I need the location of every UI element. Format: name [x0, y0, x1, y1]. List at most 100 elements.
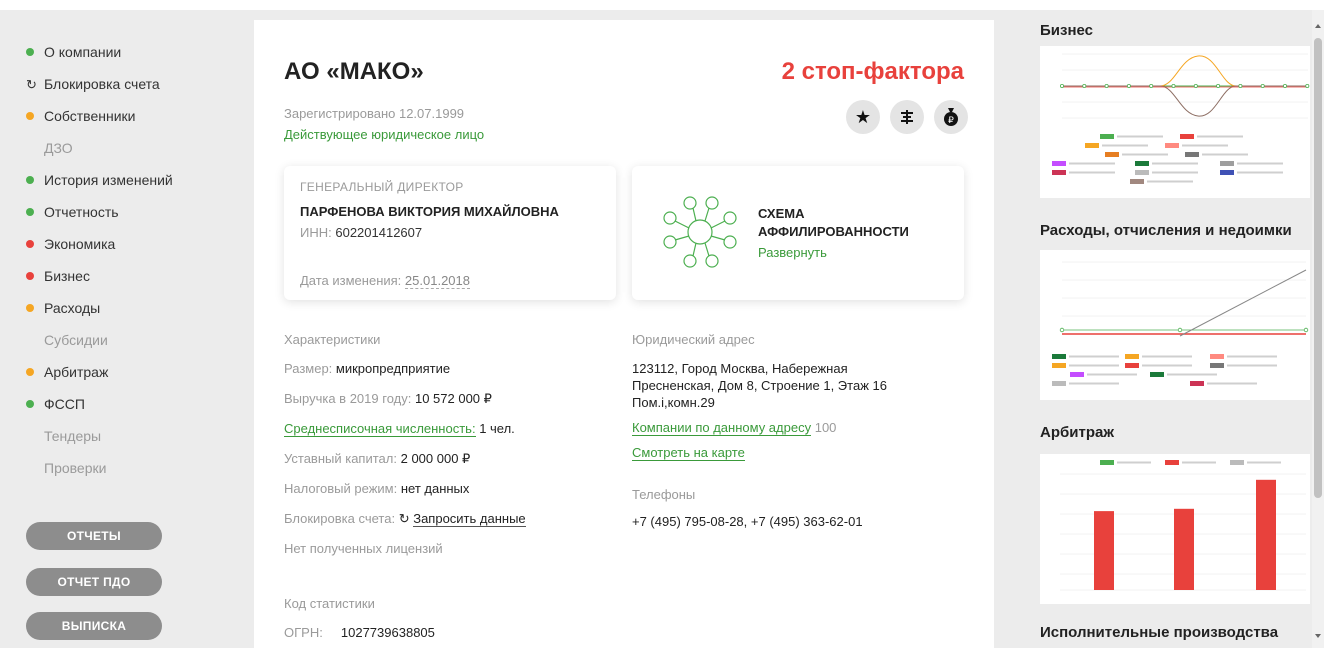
refresh-icon: ↻: [26, 76, 37, 92]
legend-label-line: [1167, 373, 1217, 376]
sidebar-item-13[interactable]: Проверки: [26, 452, 173, 484]
data-point: [1282, 84, 1287, 89]
sidebar-item-12[interactable]: Тендеры: [26, 420, 173, 452]
director-name: ПАРФЕНОВА ВИКТОРИЯ МИХАЙЛОВНА: [300, 204, 559, 219]
business-chart: [1040, 46, 1310, 198]
legend-swatch: [1085, 143, 1099, 148]
legend-swatch: [1210, 354, 1224, 359]
sidebar-item-8[interactable]: Расходы: [26, 292, 173, 324]
licenses-row: Нет полученных лицензий: [284, 541, 443, 556]
action-icons: ★ ₽: [846, 100, 968, 134]
sidebar-item-0[interactable]: О компании: [26, 36, 173, 68]
page-scrollbar[interactable]: [1312, 10, 1324, 648]
tax-value: нет данных: [400, 481, 470, 496]
data-point: [1238, 84, 1243, 89]
sidebar-item-2[interactable]: Собственники: [26, 100, 173, 132]
legend-swatch: [1135, 170, 1149, 175]
legend-swatch: [1052, 170, 1066, 175]
phones-value: +7 (495) 795-08-28, +7 (495) 363-62-01: [632, 514, 863, 529]
legend-label-line: [1122, 153, 1168, 156]
affiliation-graph-icon: [663, 196, 737, 268]
enforcement-title: Исполнительные производства: [1040, 624, 1279, 641]
data-point: [1216, 84, 1221, 89]
bar: [1256, 479, 1276, 590]
sidebar-item-5[interactable]: Отчетность: [26, 196, 173, 228]
director-label: ГЕНЕРАЛЬНЫЙ ДИРЕКТОР: [300, 180, 464, 194]
arbitrage-chart: [1040, 454, 1310, 604]
director-date-label: Дата изменения:: [300, 273, 402, 288]
ogrn-row: ОГРН: 1027739638805: [284, 624, 614, 648]
sidebar-item-6[interactable]: Экономика: [26, 228, 173, 260]
expand-affiliation-link[interactable]: Развернуть: [758, 245, 827, 260]
legend-label-line: [1207, 382, 1257, 385]
company-name: АО «МАКО»: [284, 58, 424, 85]
sidebar-nav: О компании ↻ Блокировка счета Собственники Д…: [26, 36, 173, 484]
status-dot-icon: [26, 112, 34, 120]
expenses-chart-title: Расходы, отчисления и недоимки: [1040, 222, 1292, 239]
sidebar-item-3[interactable]: ДЗО: [26, 132, 173, 164]
companies-at-address-link[interactable]: Компании по данному адресу: [632, 420, 812, 436]
pdo-report-button[interactable]: ОТЧЕТ ПДО: [26, 568, 162, 596]
sidebar-item-7[interactable]: Бизнес: [26, 260, 173, 292]
companies-count: 100: [814, 420, 837, 435]
director-inn-value: 602201412607: [335, 225, 423, 240]
sidebar-item-10[interactable]: Арбитраж: [26, 356, 173, 388]
money-bag-icon[interactable]: ₽: [934, 100, 968, 134]
extract-button[interactable]: ВЫПИСКА: [26, 612, 162, 640]
legend-swatch: [1052, 381, 1066, 386]
affiliation-card[interactable]: СХЕМА АФФИЛИРОВАННОСТИ Развернуть: [632, 166, 964, 300]
scroll-down-icon[interactable]: [1315, 634, 1321, 638]
headcount-row: Среднесписочная численность: 1 чел.: [284, 420, 614, 450]
sidebar-item-label: Блокировка счета: [44, 76, 160, 92]
scroll-thumb[interactable]: [1314, 38, 1322, 498]
scales-icon[interactable]: [890, 100, 924, 134]
companies-at-address-row: Компании по данному адресу 100: [632, 419, 962, 444]
legend-swatch: [1150, 372, 1164, 377]
legend-label-line: [1152, 162, 1198, 165]
company-status: Действующее юридическое лицо: [284, 127, 485, 142]
legend-label-line: [1152, 171, 1198, 174]
status-dot-icon: [26, 208, 34, 216]
view-on-map-link[interactable]: Смотреть на карте: [632, 445, 745, 461]
legend-label-line: [1147, 180, 1193, 183]
sidebar-item-1[interactable]: ↻ Блокировка счета: [26, 68, 173, 100]
legend-swatch: [1220, 161, 1234, 166]
director-change-date: Дата изменения: 25.01.2018: [300, 273, 470, 289]
sidebar-item-4[interactable]: История изменений: [26, 164, 173, 196]
scroll-up-icon[interactable]: [1315, 24, 1321, 28]
series-line: [1062, 85, 1308, 117]
refresh-icon: ↻: [398, 511, 410, 526]
request-data-link[interactable]: Запросить данные: [413, 511, 526, 527]
legend-label-line: [1069, 364, 1119, 367]
headcount-link[interactable]: Среднесписочная численность:: [284, 421, 476, 437]
legend-label-line: [1202, 153, 1248, 156]
legend-swatch: [1130, 179, 1144, 184]
affiliation-title: СХЕМА АФФИЛИРОВАННОСТИ: [758, 206, 909, 239]
data-point: [1059, 327, 1065, 333]
status-dot-icon: [26, 48, 34, 56]
legend-swatch: [1100, 134, 1114, 139]
status-dot-icon: [26, 304, 34, 312]
reports-button[interactable]: ОТЧЕТЫ: [26, 522, 162, 550]
data-point: [1126, 84, 1131, 89]
director-date-value[interactable]: 25.01.2018: [404, 273, 470, 289]
sidebar-item-11[interactable]: ФССП: [26, 388, 173, 420]
legend-swatch: [1105, 152, 1119, 157]
capital-value: 2 000 000 ₽: [400, 451, 471, 466]
sidebar: О компании ↻ Блокировка счета Собственники Д…: [0, 10, 240, 648]
block-row: Блокировка счета: ↻ Запросить данные: [284, 510, 614, 540]
sidebar-item-9[interactable]: Субсидии: [26, 324, 173, 356]
legend-label-line: [1069, 382, 1119, 385]
legend-swatch: [1220, 170, 1234, 175]
business-chart-svg: [1052, 53, 1310, 184]
legend-swatch: [1190, 381, 1204, 386]
phones-title: Телефоны: [632, 487, 696, 502]
legend-label-line: [1069, 162, 1115, 165]
sidebar-item-label: Проверки: [44, 460, 107, 476]
legend-label-line: [1069, 171, 1115, 174]
legend-swatch: [1052, 363, 1066, 368]
stop-factors-label[interactable]: 2 стоп-фактора: [782, 58, 964, 86]
data-point: [1082, 84, 1087, 89]
sidebar-item-label: История изменений: [44, 172, 173, 188]
star-icon[interactable]: ★: [846, 100, 880, 134]
